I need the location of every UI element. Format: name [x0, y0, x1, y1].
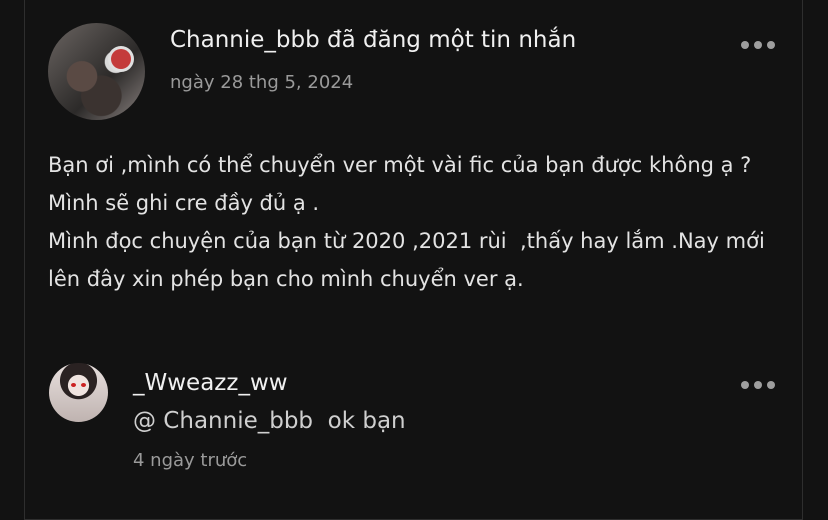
- post-title: Channie_bbb đã đăng một tin nhắn: [170, 27, 577, 53]
- post-more-options-icon[interactable]: [741, 41, 775, 49]
- dot: [741, 381, 749, 389]
- reply-more-options-icon[interactable]: [741, 381, 775, 389]
- post-message-body: Bạn ơi ,mình có thể chuyển ver một vài f…: [48, 146, 788, 298]
- reply-author-avatar[interactable]: [49, 363, 108, 422]
- post-author-avatar[interactable]: [48, 23, 145, 120]
- message-line-1: Bạn ơi ,mình có thể chuyển ver một vài f…: [48, 153, 759, 215]
- message-card: Channie_bbb đã đăng một tin nhắn ngày 28…: [24, 0, 803, 520]
- reply-text: @ Channie_bbb ok bạn: [133, 408, 406, 434]
- dot: [767, 41, 775, 49]
- post-date: ngày 28 thg 5, 2024: [170, 72, 354, 93]
- dot: [754, 41, 762, 49]
- reply-username[interactable]: _Wweazz_ww: [133, 370, 288, 396]
- dot: [754, 381, 762, 389]
- dot: [741, 41, 749, 49]
- dot: [767, 381, 775, 389]
- message-line-2: Mình đọc chuyện của bạn từ 2020 ,2021 rù…: [48, 229, 772, 291]
- reply-timestamp: 4 ngày trước: [133, 450, 248, 471]
